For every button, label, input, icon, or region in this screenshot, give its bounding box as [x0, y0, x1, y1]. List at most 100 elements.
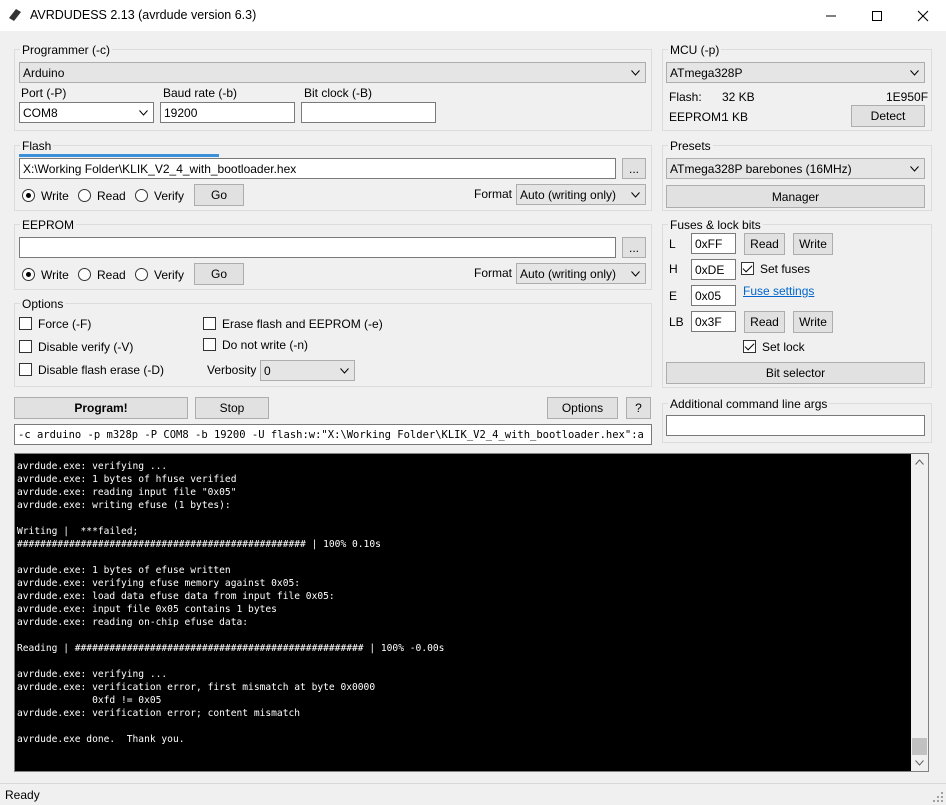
presets-select[interactable]: ATmega328P barebones (16MHz) — [666, 158, 925, 179]
minimize-icon — [826, 15, 836, 16]
disable-flash-erase-label: Disable flash erase (-D) — [38, 363, 165, 377]
minimize-button[interactable] — [808, 0, 854, 31]
verbosity-value: 0 — [264, 364, 271, 378]
flash-go-button[interactable]: Go — [194, 184, 244, 206]
set-lock-label: Set lock — [762, 340, 805, 354]
stop-button[interactable]: Stop — [195, 397, 269, 419]
flash-browse-button[interactable]: ... — [622, 158, 646, 179]
eeprom-format-select[interactable]: Auto (writing only) — [516, 263, 646, 284]
flash-verify-label: Verify — [154, 189, 185, 203]
flash-write-radio[interactable] — [22, 189, 35, 202]
fuse-l-label: L — [669, 237, 676, 251]
verbosity-label: Verbosity — [207, 363, 257, 377]
chevron-down-icon — [631, 271, 640, 277]
mcu-eeprom-value: 1 KB — [722, 110, 749, 124]
fuse-read-button[interactable]: Read — [744, 233, 785, 255]
flash-verify-radio[interactable] — [135, 189, 148, 202]
mcu-eeprom-label: EEPROM: — [669, 110, 725, 124]
force-checkbox[interactable] — [19, 317, 32, 330]
disable-verify-checkbox[interactable] — [19, 340, 32, 353]
eeprom-label: EEPROM — [20, 218, 77, 232]
console-scrollbar[interactable] — [911, 454, 928, 771]
port-label: Port (-P) — [21, 86, 67, 100]
maximize-button[interactable] — [854, 0, 900, 31]
additional-args-input[interactable] — [666, 415, 925, 436]
flash-read-label: Read — [97, 189, 126, 203]
scroll-down-icon[interactable] — [915, 760, 924, 766]
detect-button[interactable]: Detect — [851, 105, 925, 127]
fuse-h-input[interactable]: 0xDE — [691, 259, 736, 280]
flash-format-select[interactable]: Auto (writing only) — [516, 184, 646, 205]
eeprom-go-button[interactable]: Go — [194, 263, 244, 285]
flash-format-value: Auto (writing only) — [520, 188, 617, 202]
fuse-lb-input[interactable]: 0x3F — [691, 311, 736, 332]
lock-read-button[interactable]: Read — [744, 311, 785, 333]
disable-flash-erase-checkbox[interactable] — [19, 363, 32, 376]
flash-write-label: Write — [41, 189, 69, 203]
programmer-select[interactable]: Arduino — [19, 62, 646, 83]
fuse-e-input[interactable]: 0x05 — [691, 285, 736, 306]
fuse-h-label: H — [669, 262, 678, 276]
mcu-signature: 1E950F — [886, 90, 929, 104]
maximize-icon — [872, 10, 882, 21]
window-title: AVRDUDESS 2.13 (avrdude version 6.3) — [30, 8, 257, 22]
flash-file-input[interactable]: X:\Working Folder\KLIK_V2_4_with_bootloa… — [19, 158, 616, 179]
set-fuses-label: Set fuses — [760, 262, 811, 276]
console-text: avrdude.exe: verifying ... avrdude.exe: … — [17, 461, 445, 745]
eeprom-file-input[interactable] — [19, 237, 616, 258]
eeprom-write-label: Write — [41, 268, 69, 282]
fuse-settings-link[interactable]: Fuse settings — [743, 284, 814, 298]
mcu-select[interactable]: ATmega328P — [666, 62, 925, 83]
mcu-label: MCU (-p) — [668, 43, 722, 57]
resize-grip-icon[interactable] — [933, 792, 944, 803]
fuse-write-button[interactable]: Write — [793, 233, 833, 255]
disable-verify-label: Disable verify (-V) — [38, 340, 134, 354]
eeprom-browse-button[interactable]: ... — [622, 237, 646, 258]
close-icon — [917, 10, 929, 21]
chevron-down-icon — [631, 70, 640, 76]
console-output[interactable]: avrdude.exe: verifying ... avrdude.exe: … — [14, 453, 929, 772]
scroll-thumb[interactable] — [912, 738, 927, 755]
bitclock-label: Bit clock (-B) — [304, 86, 373, 100]
fuse-l-input[interactable]: 0xFF — [691, 233, 736, 254]
baud-input[interactable]: 19200 — [160, 102, 295, 123]
status-bar: Ready — [0, 783, 946, 805]
eeprom-read-label: Read — [97, 268, 126, 282]
mcu-value: ATmega328P — [670, 66, 743, 80]
force-label: Force (-F) — [38, 317, 92, 331]
close-button[interactable] — [900, 0, 946, 31]
flash-read-radio[interactable] — [78, 189, 91, 202]
scroll-up-icon[interactable] — [915, 459, 924, 465]
presets-value: ATmega328P barebones (16MHz) — [670, 162, 852, 176]
chevron-down-icon — [910, 70, 919, 76]
set-fuses-checkbox[interactable] — [741, 262, 754, 275]
bitclock-input[interactable] — [301, 102, 436, 123]
no-write-label: Do not write (-n) — [222, 338, 309, 352]
erase-checkbox[interactable] — [203, 317, 216, 330]
chevron-down-icon — [340, 368, 349, 374]
fuses-label: Fuses & lock bits — [668, 218, 763, 232]
port-select[interactable]: COM8 — [19, 102, 154, 123]
manager-button[interactable]: Manager — [666, 185, 925, 208]
flash-progress-fill — [19, 154, 219, 157]
eeprom-verify-label: Verify — [154, 268, 185, 282]
eeprom-verify-radio[interactable] — [135, 268, 148, 281]
lock-write-button[interactable]: Write — [793, 311, 833, 333]
programmer-label: Programmer (-c) — [20, 43, 113, 57]
baud-label: Baud rate (-b) — [163, 86, 238, 100]
verbosity-select[interactable]: 0 — [260, 360, 355, 381]
chevron-down-icon — [910, 166, 919, 172]
port-value: COM8 — [23, 106, 58, 120]
fuse-lb-label: LB — [669, 315, 684, 329]
command-line-field[interactable]: -c arduino -p m328p -P COM8 -b 19200 -U … — [14, 424, 652, 445]
options-button[interactable]: Options — [547, 397, 618, 419]
mcu-flash-label: Flash: — [669, 90, 702, 104]
eeprom-read-radio[interactable] — [78, 268, 91, 281]
program-button[interactable]: Program! — [14, 397, 188, 419]
set-lock-checkbox[interactable] — [743, 340, 756, 353]
help-button[interactable]: ? — [626, 397, 651, 419]
flash-format-label: Format — [474, 187, 513, 201]
eeprom-write-radio[interactable] — [22, 268, 35, 281]
no-write-checkbox[interactable] — [203, 338, 216, 351]
bit-selector-button[interactable]: Bit selector — [666, 362, 925, 384]
